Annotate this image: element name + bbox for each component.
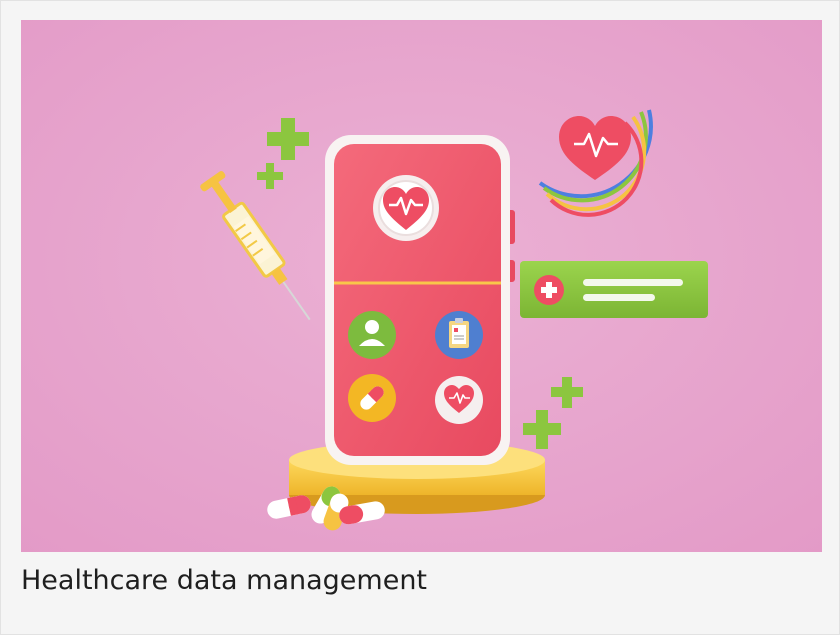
info-card (520, 261, 708, 318)
user-icon (348, 311, 396, 359)
heart-icon (435, 376, 483, 424)
healthcare-illustration[interactable] (21, 20, 822, 552)
article-card[interactable]: Healthcare data management (0, 0, 840, 635)
clipboard-icon (435, 311, 483, 359)
heart-pulse-icon (373, 175, 439, 241)
pill-icon (348, 374, 396, 422)
card-caption[interactable]: Healthcare data management (21, 561, 427, 601)
